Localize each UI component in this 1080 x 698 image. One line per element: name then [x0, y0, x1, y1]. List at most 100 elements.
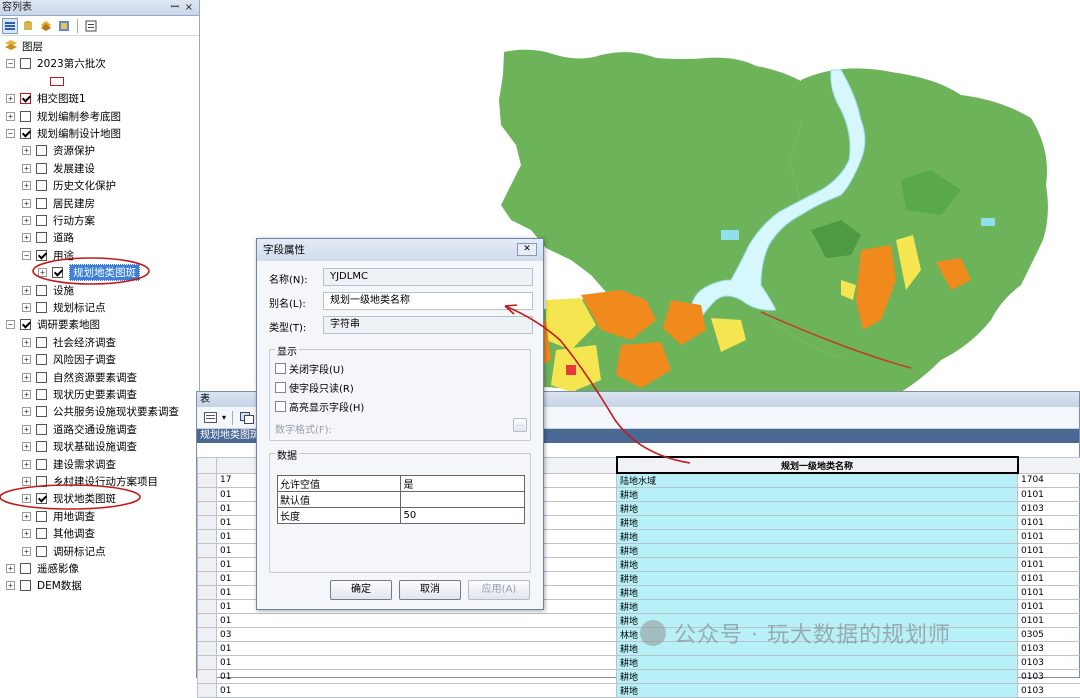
- visibility-checkbox[interactable]: [36, 528, 47, 539]
- close-button[interactable]: ✕: [517, 243, 537, 256]
- layer-item[interactable]: +建设需求调查: [22, 456, 116, 473]
- table-cell[interactable]: 0103: [1018, 642, 1080, 656]
- table-cell[interactable]: 0103: [1018, 656, 1080, 670]
- visibility-checkbox[interactable]: [20, 111, 31, 122]
- table-cell[interactable]: 1704: [1018, 473, 1080, 488]
- layer-item[interactable]: +道路: [22, 229, 74, 246]
- expand-icon[interactable]: +: [22, 373, 31, 382]
- layer-item[interactable]: −调研要素地图: [6, 316, 100, 333]
- layer-item[interactable]: −规划编制设计地图: [6, 125, 121, 142]
- table-cell[interactable]: [198, 586, 217, 600]
- visibility-checkbox[interactable]: [36, 476, 47, 487]
- table-cell[interactable]: [198, 488, 217, 502]
- field-properties-table[interactable]: 允许空值是默认值长度50: [277, 475, 525, 524]
- table-cell[interactable]: 01: [217, 684, 617, 698]
- layer-item[interactable]: −2023第六批次: [6, 55, 106, 72]
- table-cell[interactable]: [198, 642, 217, 656]
- expand-icon[interactable]: +: [22, 216, 31, 225]
- visibility-checkbox[interactable]: [36, 180, 47, 191]
- expand-icon[interactable]: +: [6, 112, 15, 121]
- table-cell[interactable]: 0101: [1018, 614, 1080, 628]
- layer-item[interactable]: +规划编制参考底图: [6, 108, 121, 125]
- number-format-button[interactable]: ...: [513, 418, 527, 432]
- property-cell[interactable]: 长度: [278, 508, 401, 524]
- visibility-checkbox[interactable]: [36, 424, 47, 435]
- visibility-checkbox[interactable]: [36, 198, 47, 209]
- checkbox[interactable]: [275, 401, 286, 412]
- related-tables-icon[interactable]: [239, 410, 255, 426]
- expand-icon[interactable]: +: [22, 407, 31, 416]
- expand-icon[interactable]: +: [6, 564, 15, 573]
- layer-item[interactable]: +乡村建设行动方案项目: [22, 473, 158, 490]
- table-cell[interactable]: 0101: [1018, 516, 1080, 530]
- table-cell[interactable]: [198, 614, 217, 628]
- layer-item[interactable]: +规划地类图斑: [38, 264, 140, 281]
- collapse-icon[interactable]: −: [6, 129, 15, 138]
- table-cell[interactable]: 03: [217, 628, 617, 642]
- table-cell[interactable]: [198, 544, 217, 558]
- visibility-checkbox[interactable]: [36, 215, 47, 226]
- layer-item[interactable]: +遥感影像: [6, 560, 79, 577]
- layer-item[interactable]: +用地调查: [22, 508, 95, 525]
- layer-item[interactable]: +自然资源要素调查: [22, 369, 137, 386]
- table-cell[interactable]: [198, 670, 217, 684]
- checkbox[interactable]: [275, 382, 286, 393]
- table-cell[interactable]: 耕地: [617, 544, 1018, 558]
- table-cell[interactable]: 01: [217, 614, 617, 628]
- list-by-visibility-icon[interactable]: [38, 18, 54, 34]
- column-header[interactable]: [1018, 457, 1080, 473]
- table-cell[interactable]: 01: [217, 670, 617, 684]
- visibility-checkbox[interactable]: [36, 354, 47, 365]
- visibility-checkbox[interactable]: [20, 93, 31, 104]
- layer-item[interactable]: +调研标记点: [22, 543, 106, 560]
- table-cell[interactable]: [198, 502, 217, 516]
- property-cell[interactable]: 默认值: [278, 492, 401, 508]
- visibility-checkbox[interactable]: [36, 493, 47, 504]
- table-cell[interactable]: 耕地: [617, 586, 1018, 600]
- list-by-selection-icon[interactable]: [56, 18, 72, 34]
- highlight-checkbox[interactable]: 高亮显示字段(H): [275, 399, 364, 414]
- table-cell[interactable]: 0101: [1018, 572, 1080, 586]
- visibility-checkbox[interactable]: [36, 459, 47, 470]
- visibility-checkbox[interactable]: [36, 511, 47, 522]
- table-row[interactable]: 01耕地0103: [198, 684, 1080, 698]
- layer-item[interactable]: +现状历史要素调查: [22, 386, 137, 403]
- expand-icon[interactable]: +: [38, 268, 47, 277]
- visibility-checkbox[interactable]: [36, 285, 47, 296]
- layer-item[interactable]: +发展建设: [22, 160, 95, 177]
- layer-item[interactable]: +居民建房: [22, 195, 95, 212]
- layer-item[interactable]: +历史文化保护: [22, 177, 116, 194]
- table-cell[interactable]: 耕地: [617, 684, 1018, 698]
- collapse-icon[interactable]: −: [6, 320, 15, 329]
- visibility-checkbox[interactable]: [20, 319, 31, 330]
- cancel-button[interactable]: 取消: [399, 580, 461, 600]
- visibility-checkbox[interactable]: [20, 563, 31, 574]
- layer-item[interactable]: +DEM数据: [6, 577, 82, 594]
- table-cell[interactable]: 0101: [1018, 544, 1080, 558]
- table-cell[interactable]: 0101: [1018, 488, 1080, 502]
- expand-icon[interactable]: +: [6, 94, 15, 103]
- table-cell[interactable]: [198, 572, 217, 586]
- property-cell[interactable]: 允许空值: [278, 476, 401, 492]
- expand-icon[interactable]: +: [22, 442, 31, 451]
- readonly-checkbox[interactable]: 使字段只读(R): [275, 380, 354, 395]
- visibility-checkbox[interactable]: [36, 302, 47, 313]
- property-cell[interactable]: 50: [401, 508, 525, 524]
- table-cell[interactable]: [198, 684, 217, 698]
- visibility-checkbox[interactable]: [20, 58, 31, 69]
- layer-item[interactable]: +行动方案: [22, 212, 95, 229]
- visibility-checkbox[interactable]: [20, 580, 31, 591]
- table-options-icon[interactable]: [203, 410, 219, 426]
- table-cell[interactable]: 耕地: [617, 488, 1018, 502]
- visibility-checkbox[interactable]: [36, 546, 47, 557]
- layer-item[interactable]: +其他调查: [22, 525, 95, 542]
- options-icon[interactable]: [83, 18, 99, 34]
- table-row[interactable]: 01耕地0103: [198, 656, 1080, 670]
- table-cell[interactable]: 01: [217, 656, 617, 670]
- visibility-checkbox[interactable]: [36, 389, 47, 400]
- table-cell[interactable]: 耕地: [617, 558, 1018, 572]
- close-field-checkbox[interactable]: 关闭字段(U): [275, 361, 344, 376]
- ok-button[interactable]: 确定: [330, 580, 392, 600]
- layer-item[interactable]: +现状基础设施调查: [22, 438, 137, 455]
- layer-item[interactable]: +社会经济调查: [22, 334, 116, 351]
